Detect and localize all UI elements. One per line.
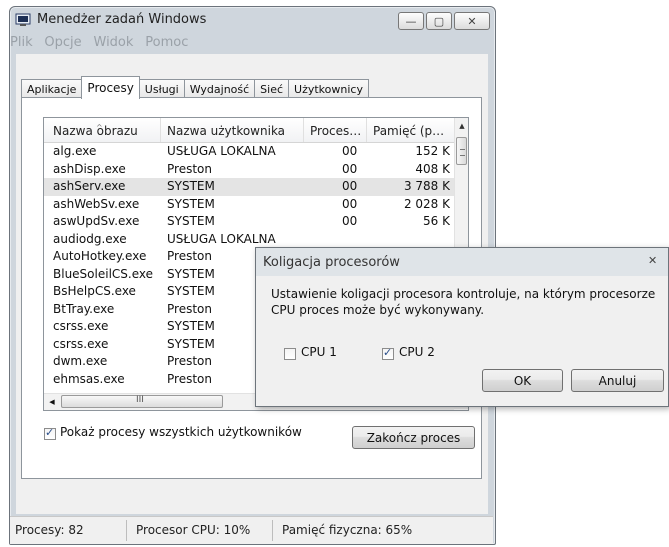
cell-user-name: USŁUGA LOKALNA — [167, 144, 276, 158]
cpu2-label[interactable]: CPU 2 — [399, 345, 435, 359]
processor-affinity-dialog: Koligacja procesorów ✕ Ustawienie koliga… — [255, 247, 669, 407]
table-row[interactable]: ashServ.exe SYSTEM 00 3 788 K — [44, 178, 454, 196]
cell-image-name: ehmsas.exe — [53, 371, 125, 386]
status-processes: Procesy: 82 — [15, 523, 84, 537]
dialog-description: Ustawienie koligacji procesora kontroluj… — [271, 287, 656, 317]
cell-memory — [366, 231, 450, 249]
status-separator — [272, 520, 273, 541]
window-title: Menedżer zadań Windows — [37, 12, 207, 27]
cell-memory: 408 K — [415, 161, 450, 176]
sort-arrow-icon: ^ — [96, 123, 103, 132]
cancel-button[interactable]: Anuluj — [571, 369, 664, 392]
cell-image-name: BsHelpCS.exe — [53, 284, 136, 298]
cell-user-name: SYSTEM — [167, 196, 215, 211]
checkmark-icon: ✓ — [45, 426, 55, 439]
column-cpu[interactable]: Proces… — [304, 118, 367, 142]
column-memory-label: Pamięć (p… — [373, 124, 445, 138]
column-user-name[interactable]: Nazwa użytkownika — [161, 118, 304, 142]
checkmark-icon: ✓ — [383, 346, 393, 359]
minimize-button[interactable]: — — [398, 12, 424, 30]
column-memory[interactable]: Pamięć (p… — [367, 118, 454, 142]
cell-image-name: BlueSoleilCS.exe — [53, 266, 153, 281]
tab-processes[interactable]: Procesy — [81, 76, 140, 99]
tab-applications[interactable]: Aplikacje — [21, 79, 83, 99]
horizontal-scroll-thumb[interactable]: III — [61, 395, 223, 408]
cell-image-name: ashServ.exe — [53, 179, 126, 193]
scroll-left-icon[interactable]: ◀ — [44, 394, 60, 410]
column-cpu-label: Proces… — [310, 124, 362, 138]
tab-performance[interactable]: Wydajność — [183, 79, 256, 99]
cell-image-name: ashDisp.exe — [53, 161, 126, 176]
cell-memory: 2 028 K — [403, 196, 450, 211]
cell-image-name: csrss.exe — [53, 319, 109, 333]
cell-user-name: USŁUGA LOKALNA — [167, 231, 276, 246]
cpu1-checkbox[interactable] — [284, 348, 296, 360]
cell-image-name: BtTray.exe — [53, 301, 115, 316]
tab-users[interactable]: Użytkownicy — [288, 79, 369, 99]
minimize-icon: — — [405, 14, 417, 28]
tab-services[interactable]: Usługi — [138, 79, 185, 99]
table-row[interactable]: ashDisp.exe Preston 00 408 K — [44, 161, 454, 179]
menu-view[interactable]: Widok — [94, 35, 134, 50]
cell-memory: 3 788 K — [403, 179, 450, 193]
tab-strip: Aplikacje Procesy Usługi Wydajność Sieć … — [21, 76, 369, 99]
cell-image-name: dwm.exe — [53, 354, 108, 368]
menu-bar: Plik Opcje Widok Pomoc — [10, 35, 495, 53]
ok-button[interactable]: OK — [482, 369, 563, 392]
tab-network[interactable]: Sieć — [254, 79, 290, 99]
dialog-close-icon[interactable]: ✕ — [648, 254, 662, 269]
show-all-processes-label[interactable]: Pokaż procesy wszystkich użytkowników — [60, 425, 302, 439]
task-manager-icon — [15, 13, 31, 27]
cell-user-name: SYSTEM — [167, 214, 215, 228]
status-bar: Procesy: 82 Procesor CPU: 10% Pamięć fiz… — [10, 516, 493, 544]
column-user-name-label: Nazwa użytkownika — [167, 124, 286, 138]
dialog-title: Koligacja procesorów — [263, 255, 400, 270]
table-row[interactable]: ashWebSv.exe SYSTEM 00 2 028 K — [44, 196, 454, 214]
table-row[interactable]: alg.exe USŁUGA LOKALNA 00 152 K — [44, 143, 454, 161]
scroll-up-icon[interactable]: ▲ — [455, 118, 468, 134]
cell-memory: 152 K — [415, 144, 450, 158]
menu-options[interactable]: Opcje — [44, 35, 81, 50]
horizontal-grip-icon: III — [136, 395, 144, 405]
cell-memory: 56 K — [423, 214, 450, 228]
status-memory: Pamięć fizyczna: 65% — [282, 523, 413, 537]
vertical-scroll-thumb[interactable] — [456, 137, 467, 165]
cell-image-name: AutoHotkey.exe — [53, 249, 147, 263]
cell-user-name: Preston — [167, 161, 212, 176]
cell-image-name: aswUpdSv.exe — [53, 214, 140, 228]
grip-icon — [460, 149, 465, 156]
cell-image-name: csrss.exe — [53, 336, 109, 351]
close-icon: ✕ — [467, 14, 477, 28]
dialog-title-bar[interactable]: Koligacja procesorów ✕ — [256, 248, 668, 276]
maximize-icon: ▢ — [433, 14, 445, 28]
status-separator — [126, 520, 127, 541]
column-header: ^ Nazwa obrazu Nazwa użytkownika Proces…… — [44, 118, 454, 143]
cpu1-label[interactable]: CPU 1 — [301, 345, 337, 359]
table-row[interactable]: audiodg.exe USŁUGA LOKALNA — [44, 231, 454, 249]
cell-image-name: alg.exe — [53, 144, 97, 158]
menu-file[interactable]: Plik — [10, 35, 33, 50]
end-process-button[interactable]: Zakończ proces — [352, 426, 475, 449]
maximize-button[interactable]: ▢ — [426, 12, 452, 30]
close-button[interactable]: ✕ — [454, 12, 490, 30]
menu-help[interactable]: Pomoc — [145, 35, 188, 50]
status-cpu: Procesor CPU: 10% — [136, 523, 251, 537]
title-bar[interactable]: Menedżer zadań Windows — ▢ ✕ — [10, 7, 495, 34]
table-row[interactable]: aswUpdSv.exe SYSTEM 00 56 K — [44, 213, 454, 231]
cell-user-name: SYSTEM — [167, 179, 215, 193]
cell-image-name: audiodg.exe — [53, 231, 127, 246]
column-image-name[interactable]: ^ Nazwa obrazu — [44, 118, 161, 142]
cell-image-name: ashWebSv.exe — [53, 196, 140, 211]
cpu2-checkbox[interactable]: ✓ — [382, 346, 394, 360]
show-all-processes-checkbox[interactable]: ✓ — [44, 426, 56, 440]
